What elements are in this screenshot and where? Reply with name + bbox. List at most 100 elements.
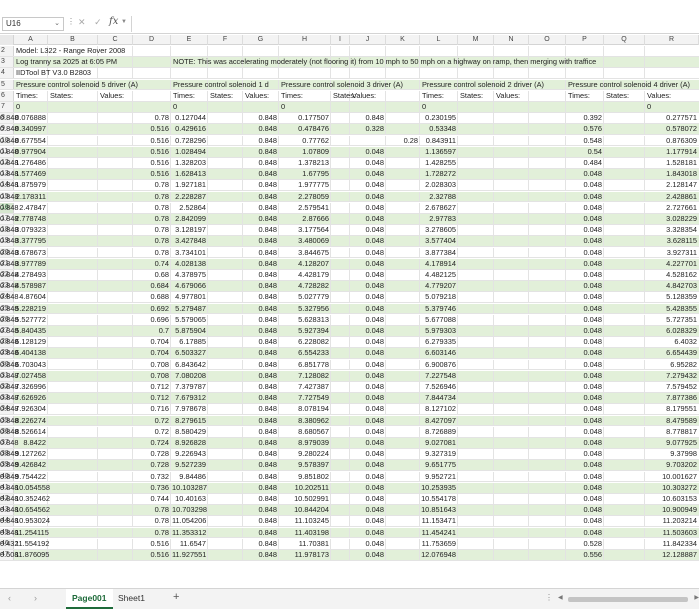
grid-cell[interactable]: 11.503603 (646, 528, 697, 538)
grid-cell[interactable]: 0.848 (244, 180, 278, 190)
grid-cell[interactable]: 5.727351 (646, 315, 697, 325)
grid-cell[interactable]: 0.048 (567, 169, 603, 179)
grid-cell[interactable]: 11.978173 (280, 550, 329, 560)
grid-cell[interactable]: 8.8422 (15, 438, 46, 448)
grid-cell[interactable]: 0.177507 (280, 113, 329, 123)
grid-cell[interactable]: 0.576 (567, 124, 603, 134)
grid-cell[interactable]: 3.377795 (15, 236, 46, 246)
grid-cell[interactable]: 0.704 (134, 348, 170, 358)
grid-cell[interactable]: 4.728282 (280, 281, 329, 291)
column-header[interactable]: E (171, 35, 208, 45)
row-header[interactable]: 5 (0, 79, 14, 90)
grid-cell[interactable]: 0.78 (134, 180, 169, 190)
grid-cell[interactable]: 0.78 (134, 225, 169, 235)
grid-cell[interactable]: 5.875904 (172, 326, 206, 336)
grid-cell[interactable]: 0.848 (0, 472, 19, 482)
grid-cell[interactable]: Pressure control solenoid 4 driver (A) (568, 80, 690, 90)
grid-cell[interactable]: 1.328203 (172, 158, 206, 168)
name-box[interactable]: U16 ⌄ (2, 17, 64, 31)
grid-cell[interactable]: 8.427097 (421, 416, 456, 426)
grid-cell[interactable]: 10.603153 (646, 494, 697, 504)
grid-cell[interactable]: 6.843642 (172, 360, 206, 370)
grid-cell[interactable]: 0.848 (0, 304, 19, 314)
grid-cell[interactable]: 9.426842 (15, 460, 46, 470)
grid-cell[interactable]: 0.848 (244, 505, 278, 515)
grid-cell[interactable]: 3.977789 (15, 259, 46, 269)
grid-cell[interactable]: 0.048 (567, 192, 603, 202)
grid-cell[interactable]: 0.048 (567, 460, 603, 470)
grid-cell[interactable]: 5.677088 (421, 315, 456, 325)
grid-cell[interactable]: 0.848 (244, 214, 278, 224)
grid-cell[interactable]: 0.048 (567, 427, 603, 437)
tab-splitter-icon[interactable]: ⋮ (545, 593, 553, 602)
grid-cell[interactable]: 1.577469 (15, 169, 46, 179)
grid-cell[interactable]: 0.78 (134, 528, 169, 538)
grid-cell[interactable]: 5.379746 (421, 304, 456, 314)
grid-cell[interactable]: 0.848 (0, 516, 19, 526)
grid-cell[interactable]: 3.328354 (646, 225, 697, 235)
grid-cell[interactable]: 0.048 (351, 483, 385, 493)
grid-cell[interactable]: 0.048 (351, 259, 385, 269)
grid-cell[interactable]: 0.048 (351, 236, 385, 246)
grid-cell[interactable]: 0.848 (244, 550, 278, 560)
grid-cell[interactable]: 0.848 (0, 158, 19, 168)
grid-cell[interactable]: 9.851802 (280, 472, 329, 482)
grid-cell[interactable]: 0.516 (134, 136, 170, 146)
grid-cell[interactable]: 0.848 (244, 438, 278, 448)
grid-cell[interactable]: 0 (16, 102, 20, 112)
grid-cell[interactable]: 10.40163 (172, 494, 206, 504)
grid-cell[interactable]: 0.508 (0, 550, 19, 560)
grid-cell[interactable]: 9.027081 (421, 438, 456, 448)
grid-cell[interactable]: 6.17885 (172, 337, 206, 347)
grid-cell[interactable]: 4.278493 (15, 270, 46, 280)
grid-cell[interactable]: 0.048 (351, 472, 385, 482)
grid-cell[interactable]: 0.048 (567, 494, 603, 504)
grid-cell[interactable]: 0.516 (134, 169, 170, 179)
grid-cell[interactable]: 0.048 (567, 382, 603, 392)
grid-cell[interactable]: 9.578397 (280, 460, 329, 470)
grid-cell[interactable]: 0.048 (351, 225, 385, 235)
grid-cell[interactable]: 0.848 (0, 416, 19, 426)
grid-cell[interactable]: 0.048 (567, 292, 603, 302)
grid-cell[interactable]: 6.603146 (421, 348, 456, 358)
grid-cell[interactable]: 0 (647, 102, 651, 112)
grid-cell[interactable]: 8.526614 (15, 427, 46, 437)
grid-cell[interactable]: 2.228287 (172, 192, 206, 202)
grid-cell[interactable]: 0.230195 (421, 113, 456, 123)
grid-cell[interactable]: 1.67795 (280, 169, 329, 179)
grid-cell[interactable]: 0.848 (244, 404, 278, 414)
grid-cell[interactable]: 0.848 (244, 248, 278, 258)
row-header[interactable]: 7 (0, 102, 14, 112)
grid-cell[interactable]: 0.848 (244, 472, 278, 482)
grid-cell[interactable]: 0.548 (567, 136, 603, 146)
grid-cell[interactable]: 3.177564 (280, 225, 329, 235)
grid-cell[interactable]: 2.678627 (421, 203, 456, 213)
grid-cell[interactable]: 0.516 (134, 158, 170, 168)
grid-cell[interactable]: 7.926304 (15, 404, 46, 414)
grid-cell[interactable]: 10.103287 (172, 483, 207, 493)
grid-cell[interactable]: 11.203214 (646, 516, 697, 526)
grid-cell[interactable]: 0.848 (244, 360, 278, 370)
grid-cell[interactable]: 7.227548 (421, 371, 456, 381)
grid-cell[interactable]: 0.72 (134, 416, 169, 426)
grid-cell[interactable]: 0.848 (244, 203, 278, 213)
grid-cell[interactable]: States: (210, 91, 233, 101)
grid-cell[interactable]: 2.778748 (15, 214, 46, 224)
grid-cell[interactable]: 0.677554 (15, 136, 46, 146)
grid-cell[interactable]: 0.048 (567, 225, 603, 235)
chevron-down-icon[interactable]: ⌄ (54, 18, 60, 30)
grid-cell[interactable]: 0.048 (351, 371, 385, 381)
grid-cell[interactable]: 3.028229 (646, 214, 697, 224)
grid-cell[interactable]: 9.84486 (172, 472, 206, 482)
grid-cell[interactable]: 0.848 (0, 360, 19, 370)
grid-cell[interactable]: 7.279432 (646, 371, 697, 381)
grid-cell[interactable]: 0.848 (0, 315, 19, 325)
grid-cell[interactable]: 6.4032 (646, 337, 697, 347)
grid-cell[interactable]: 2.428861 (646, 192, 697, 202)
grid-cell[interactable]: 0.848 (244, 494, 278, 504)
grid-cell[interactable]: 0.848 (244, 371, 278, 381)
grid-cell[interactable]: 0.704 (134, 337, 170, 347)
grid-cell[interactable]: 0.848 (244, 304, 278, 314)
grid-cell[interactable]: 8.479589 (646, 416, 697, 426)
grid-cell[interactable]: 0.7 (134, 326, 169, 336)
